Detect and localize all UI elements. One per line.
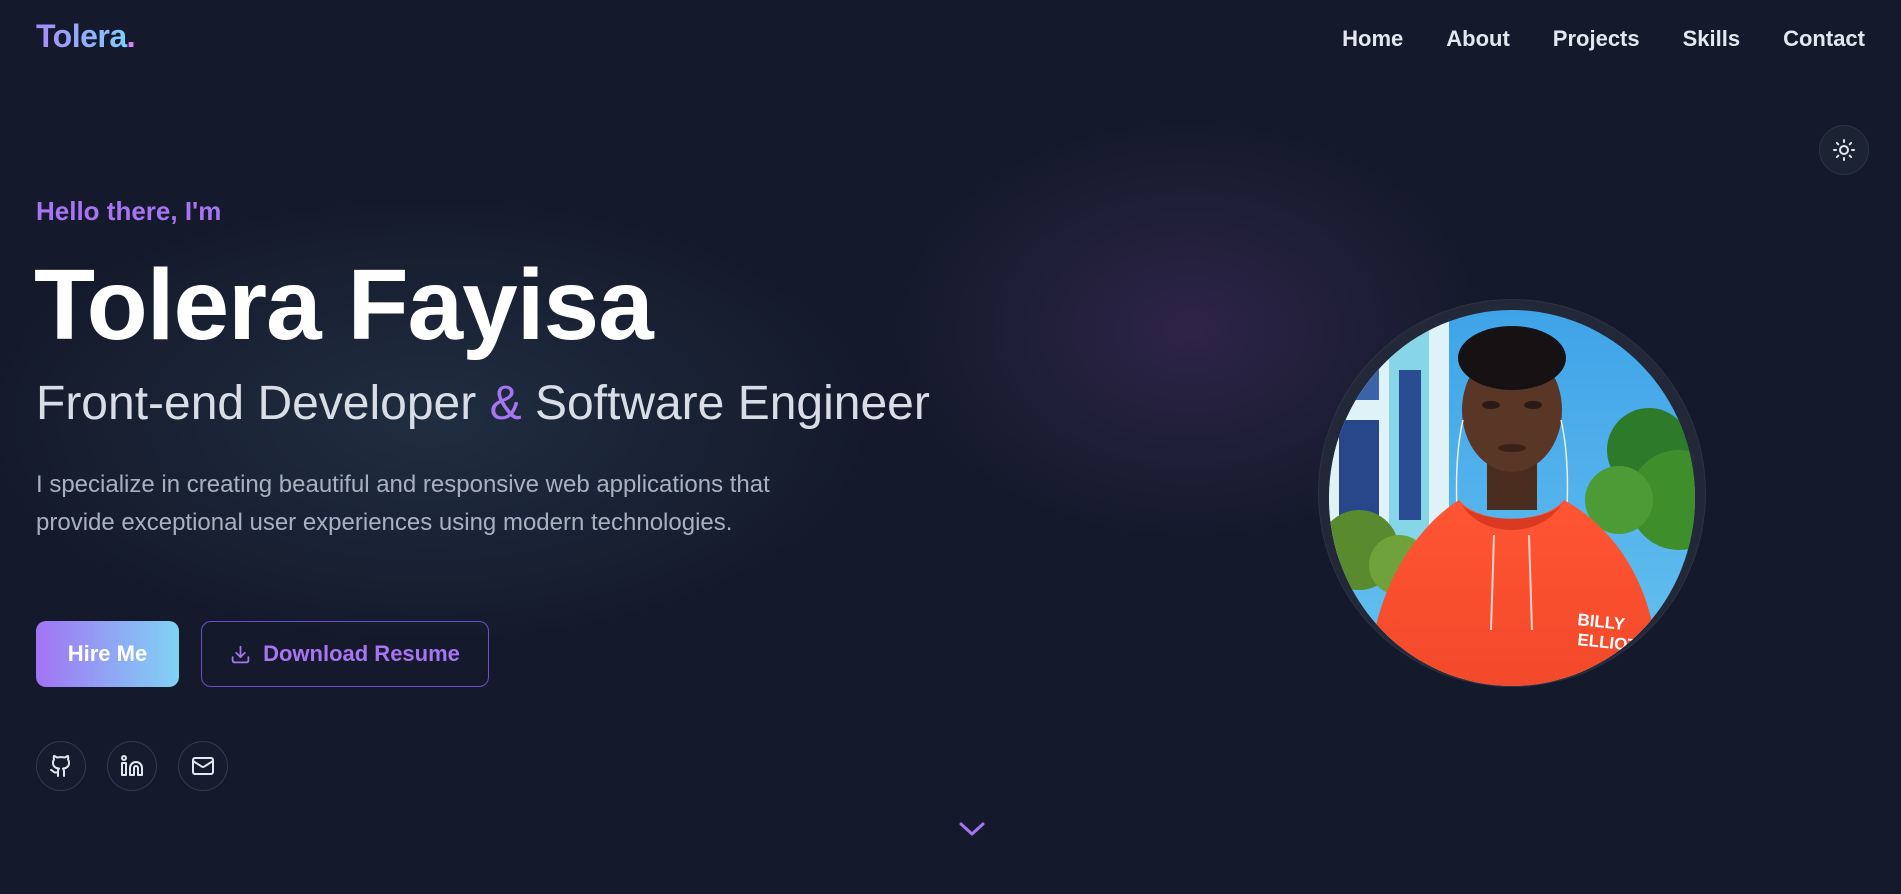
scroll-down-button[interactable]: [958, 817, 986, 846]
role-ampersand: &: [489, 377, 522, 430]
hero-role: Front-end Developer & Software Engineer: [36, 377, 930, 431]
hire-me-button[interactable]: Hire Me: [36, 621, 179, 687]
hero-greeting: Hello there, I'm: [36, 196, 222, 226]
nav-skills-link[interactable]: Skills: [1683, 26, 1740, 52]
theme-toggle-button[interactable]: [1819, 125, 1869, 175]
main-nav: Home About Projects Skills Contact: [1342, 26, 1865, 52]
nav-home-link[interactable]: Home: [1342, 26, 1403, 52]
logo-dot: .: [126, 18, 136, 54]
role-part-1: Front-end Developer: [36, 377, 477, 430]
download-resume-label: Download Resume: [263, 641, 460, 666]
download-resume-button[interactable]: Download Resume: [201, 621, 489, 687]
email-link[interactable]: [178, 741, 228, 791]
nav-contact-link[interactable]: Contact: [1783, 26, 1865, 52]
profile-photo: BILLY ELLIOT: [1329, 310, 1695, 686]
logo-text: Tolera: [36, 18, 127, 54]
github-link[interactable]: [36, 741, 86, 791]
nav-projects-link[interactable]: Projects: [1553, 26, 1640, 52]
mail-icon: [192, 757, 214, 775]
sun-icon: [1833, 139, 1855, 161]
linkedin-icon: [121, 755, 143, 776]
role-part-2: Software Engineer: [534, 377, 930, 430]
chevron-down-icon: [959, 822, 985, 836]
github-icon: [50, 755, 71, 777]
page: Tolera. Home About Projects Skills Conta…: [0, 0, 1901, 894]
nav-about-link[interactable]: About: [1446, 26, 1510, 52]
profile-avatar: BILLY ELLIOT: [1329, 310, 1695, 686]
download-icon: [231, 645, 250, 663]
hero-description: I specialize in creating beautiful and r…: [36, 471, 770, 536]
hire-me-label: Hire Me: [67, 641, 148, 666]
site-logo[interactable]: Tolera.: [36, 18, 136, 55]
social-links: [36, 741, 228, 791]
hero-name: Tolera Fayisa: [34, 249, 654, 361]
linkedin-link[interactable]: [107, 741, 157, 791]
